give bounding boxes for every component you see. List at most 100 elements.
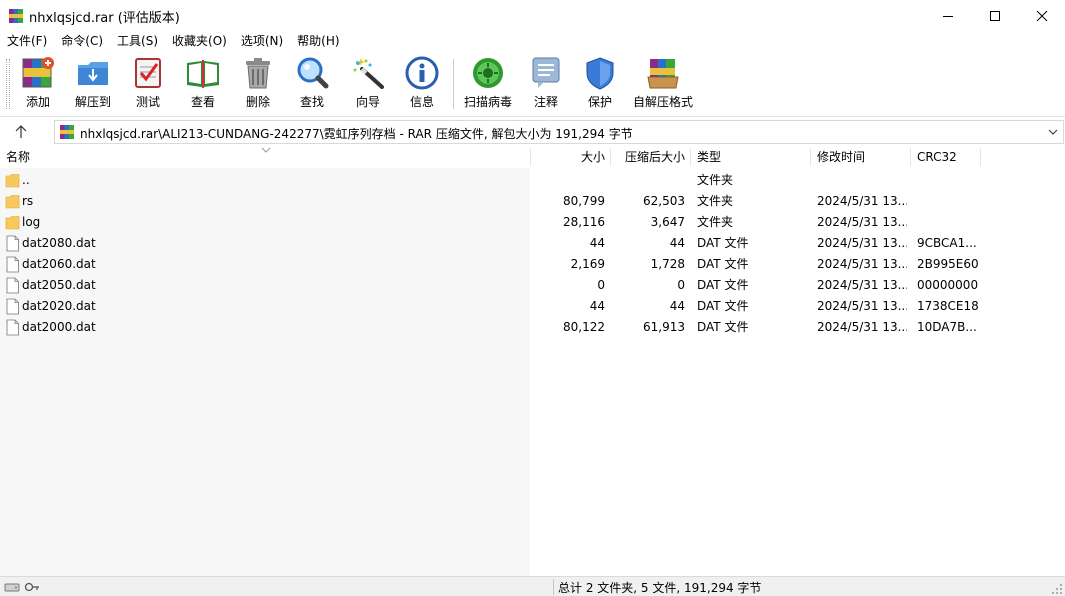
file-name: rs bbox=[22, 194, 34, 208]
file-name: dat2060.dat bbox=[22, 257, 96, 271]
file-packed-size: 3,647 bbox=[650, 215, 685, 229]
menu-file[interactable]: 文件(F) bbox=[0, 31, 54, 51]
extract-to-icon bbox=[78, 62, 108, 85]
column-header-crc[interactable]: CRC32 bbox=[917, 146, 957, 168]
sort-ascending-icon bbox=[261, 147, 271, 153]
folder-icon bbox=[5, 195, 20, 209]
info-button[interactable]: 信息 bbox=[402, 55, 442, 113]
resize-grip-icon[interactable] bbox=[1051, 583, 1063, 595]
test-button[interactable]: 测试 bbox=[128, 55, 168, 113]
column-header-size[interactable]: 大小 bbox=[531, 146, 605, 168]
file-name: dat2000.dat bbox=[22, 320, 96, 334]
virus-scan-button[interactable]: 扫描病毒 bbox=[462, 55, 514, 113]
path-text: nhxlqsjcd.rar\ALI213-CUNDANG-242277\霓虹序列… bbox=[80, 127, 633, 141]
file-icon bbox=[6, 298, 19, 315]
column-divider[interactable] bbox=[690, 148, 691, 166]
sfx-button[interactable]: 自解压格式 bbox=[632, 55, 694, 113]
minimize-button[interactable] bbox=[925, 0, 971, 31]
column-header-row: 名称 大小 压缩后大小 类型 修改时间 CRC32 bbox=[0, 146, 1065, 168]
file-size: 44 bbox=[589, 299, 605, 313]
shield-icon bbox=[586, 57, 614, 90]
file-crc: 2B995E60 bbox=[917, 257, 979, 271]
status-summary: 总计 2 文件夹, 5 文件, 191,294 字节 bbox=[558, 581, 762, 595]
table-row[interactable]: rs 80,799 62,503 文件夹 2024/5/31 13... bbox=[0, 191, 1065, 212]
protect-button[interactable]: 保护 bbox=[580, 55, 620, 113]
virus-scan-label: 扫描病毒 bbox=[463, 95, 512, 109]
virus-scan-icon bbox=[473, 58, 503, 88]
close-icon bbox=[1036, 10, 1048, 21]
table-row[interactable]: dat2060.dat 2,169 1,728 DAT 文件 2024/5/31… bbox=[0, 254, 1065, 275]
archive-icon bbox=[60, 125, 74, 139]
find-label: 查找 bbox=[299, 95, 324, 109]
table-row[interactable]: dat2050.dat 0 0 DAT 文件 2024/5/31 13... 0… bbox=[0, 275, 1065, 296]
column-header-name[interactable]: 名称 bbox=[6, 146, 30, 168]
menu-favorites[interactable]: 收藏夹(O) bbox=[165, 31, 234, 51]
file-crc: 00000000 bbox=[917, 278, 979, 292]
table-row[interactable]: dat2020.dat 44 44 DAT 文件 2024/5/31 13...… bbox=[0, 296, 1065, 317]
extract-to-button[interactable]: 解压到 bbox=[70, 55, 116, 113]
file-crc: 9CBCA1... bbox=[917, 236, 977, 250]
file-modified: 2024/5/31 13... bbox=[817, 320, 907, 334]
file-modified: 2024/5/31 13... bbox=[817, 278, 907, 292]
wizard-label: 向导 bbox=[355, 95, 380, 109]
file-modified: 2024/5/31 13... bbox=[817, 215, 907, 229]
file-crc bbox=[917, 212, 979, 233]
maximize-button[interactable] bbox=[972, 0, 1018, 31]
file-type: DAT 文件 bbox=[697, 299, 749, 313]
delete-button[interactable]: 删除 bbox=[238, 55, 278, 113]
protect-label: 保护 bbox=[587, 95, 612, 109]
file-type: DAT 文件 bbox=[697, 236, 749, 250]
toolbar-grip[interactable] bbox=[6, 59, 10, 109]
file-name: dat2020.dat bbox=[22, 299, 96, 313]
find-button[interactable]: 查找 bbox=[292, 55, 332, 113]
menu-help[interactable]: 帮助(H) bbox=[290, 31, 346, 51]
file-modified: 2024/5/31 13... bbox=[817, 194, 907, 208]
file-packed-size: 44 bbox=[669, 236, 685, 250]
add-button[interactable]: 添加 bbox=[16, 55, 60, 113]
view-button[interactable]: 查看 bbox=[180, 55, 226, 113]
file-list[interactable]: 名称 大小 压缩后大小 类型 修改时间 CRC32 .. 文件夹 rs 80,7… bbox=[0, 146, 1065, 576]
close-button[interactable] bbox=[1019, 0, 1065, 31]
table-row[interactable]: dat2080.dat 44 44 DAT 文件 2024/5/31 13...… bbox=[0, 233, 1065, 254]
title-bar[interactable]: nhxlqsjcd.rar (评估版本) bbox=[0, 0, 1065, 31]
delete-label: 删除 bbox=[245, 95, 270, 109]
add-archive-icon bbox=[22, 57, 54, 88]
arrow-up-icon bbox=[15, 125, 27, 138]
menu-tools[interactable]: 工具(S) bbox=[110, 31, 165, 51]
path-field[interactable]: nhxlqsjcd.rar\ALI213-CUNDANG-242277\霓虹序列… bbox=[54, 120, 1064, 144]
test-icon bbox=[135, 58, 161, 88]
up-one-level-button[interactable] bbox=[10, 121, 32, 143]
info-label: 信息 bbox=[409, 95, 434, 109]
column-divider[interactable] bbox=[810, 148, 811, 166]
file-size: 80,122 bbox=[563, 320, 605, 334]
file-packed-size: 44 bbox=[669, 299, 685, 313]
address-bar: nhxlqsjcd.rar\ALI213-CUNDANG-242277\霓虹序列… bbox=[0, 118, 1065, 146]
column-header-packed[interactable]: 压缩后大小 bbox=[611, 146, 685, 168]
file-packed-size: 0 bbox=[677, 278, 685, 292]
drive-key-icon[interactable] bbox=[4, 579, 40, 595]
view-icon bbox=[187, 60, 219, 88]
table-row[interactable]: dat2000.dat 80,122 61,913 DAT 文件 2024/5/… bbox=[0, 317, 1065, 338]
table-row[interactable]: log 28,116 3,647 文件夹 2024/5/31 13... bbox=[0, 212, 1065, 233]
table-row[interactable]: .. 文件夹 bbox=[0, 170, 1065, 191]
file-packed-size: 1,728 bbox=[650, 257, 685, 271]
column-divider[interactable] bbox=[980, 148, 981, 166]
column-header-type[interactable]: 类型 bbox=[697, 146, 721, 168]
file-icon bbox=[6, 319, 19, 336]
sfx-label: 自解压格式 bbox=[632, 95, 693, 109]
file-packed-size bbox=[611, 170, 685, 191]
column-header-modified[interactable]: 修改时间 bbox=[817, 146, 865, 168]
sfx-icon bbox=[647, 59, 679, 89]
chevron-down-icon[interactable] bbox=[1046, 125, 1060, 139]
comment-button[interactable]: 注释 bbox=[526, 55, 566, 113]
column-divider[interactable] bbox=[910, 148, 911, 166]
file-type: DAT 文件 bbox=[697, 278, 749, 292]
minimize-icon bbox=[943, 15, 953, 17]
menu-commands[interactable]: 命令(C) bbox=[54, 31, 110, 51]
delete-icon bbox=[246, 58, 270, 89]
file-packed-size: 61,913 bbox=[643, 320, 685, 334]
menu-options[interactable]: 选项(N) bbox=[234, 31, 290, 51]
wizard-button[interactable]: 向导 bbox=[347, 55, 389, 113]
file-size bbox=[531, 170, 605, 191]
file-icon bbox=[6, 256, 19, 273]
